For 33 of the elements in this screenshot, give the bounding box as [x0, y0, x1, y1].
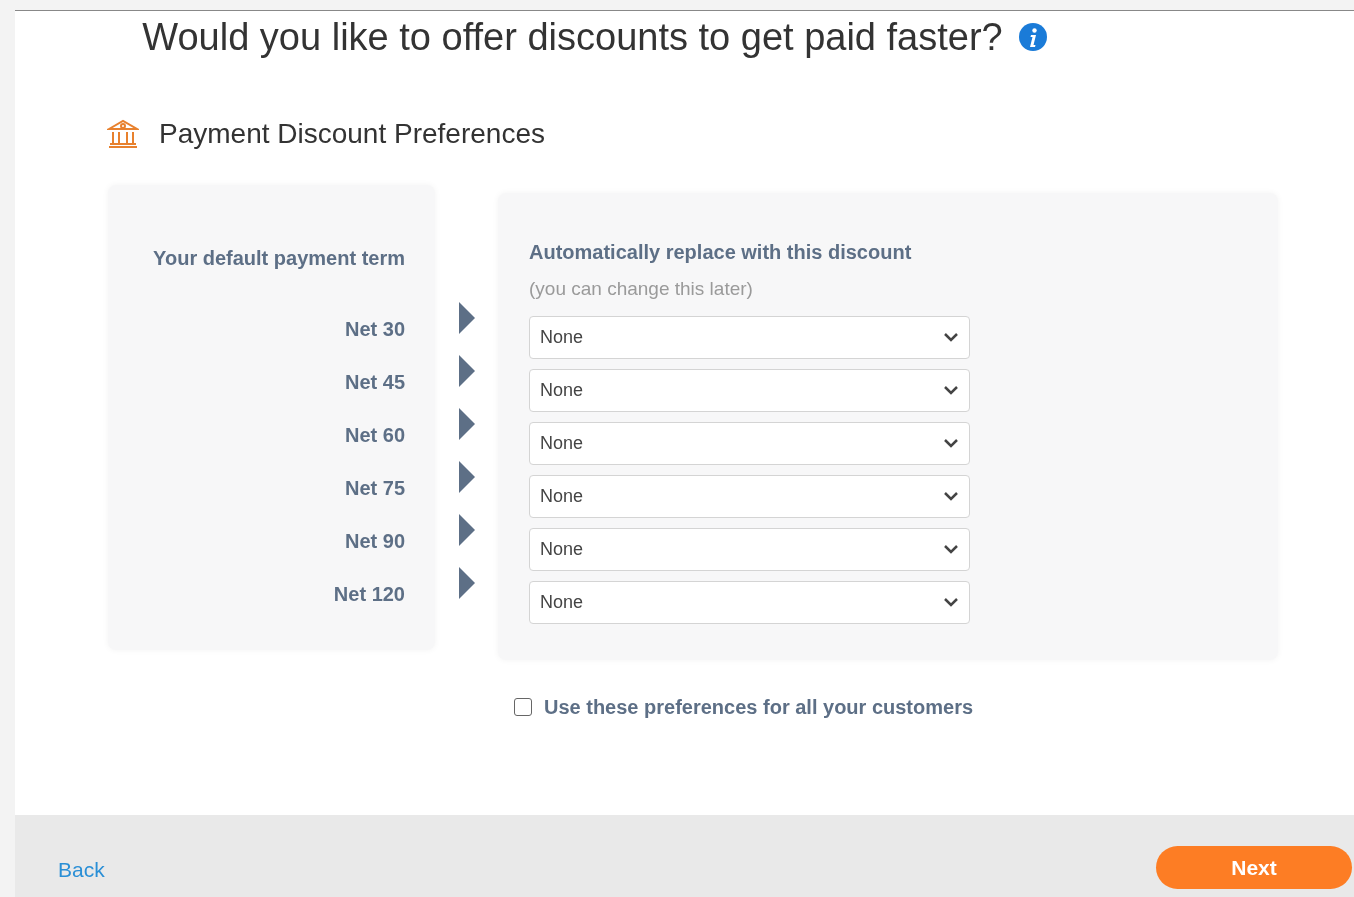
panel-heading: Your default payment term — [153, 246, 405, 271]
chevron-down-icon — [943, 385, 959, 395]
section-heading: Payment Discount Preferences — [159, 117, 545, 151]
panel-subheading: (you can change this later) — [529, 277, 754, 301]
chevron-down-icon — [943, 332, 959, 342]
term-label: Net 120 — [333, 582, 405, 607]
chevron-down-icon — [943, 491, 959, 501]
chevron-down-icon — [943, 597, 959, 607]
checkbox-label: Use these preferences for all your customers — [544, 695, 974, 720]
panel-heading: Automatically replace with this discount — [529, 240, 913, 265]
arrow-right-icon — [458, 461, 475, 493]
discount-dropdown[interactable]: None — [529, 580, 970, 624]
term-label: Net 30 — [344, 317, 405, 342]
bank-icon — [107, 119, 139, 149]
discount-dropdown[interactable]: None — [529, 474, 970, 518]
discount-dropdown[interactable]: None — [529, 421, 970, 465]
arrow-right-icon — [458, 514, 475, 546]
chevron-down-icon — [943, 544, 959, 554]
checkbox[interactable] — [514, 698, 532, 716]
term-label: Net 45 — [344, 370, 405, 395]
discount-dropdown[interactable]: None — [529, 368, 970, 412]
term-label: Net 60 — [344, 423, 405, 448]
arrow-right-icon — [458, 355, 475, 387]
discount-dropdown[interactable]: None — [529, 315, 970, 359]
page-title: Would you like to offer discounts to get paid faster? — [142, 18, 1003, 56]
chevron-down-icon — [943, 438, 959, 448]
term-label: Net 90 — [344, 529, 405, 554]
info-icon[interactable] — [1018, 23, 1047, 51]
term-label: Net 75 — [344, 476, 405, 501]
arrow-right-icon — [458, 302, 475, 334]
arrow-right-icon — [458, 408, 475, 440]
discount-dropdown[interactable]: None — [529, 527, 970, 571]
arrow-right-icon — [458, 567, 475, 599]
